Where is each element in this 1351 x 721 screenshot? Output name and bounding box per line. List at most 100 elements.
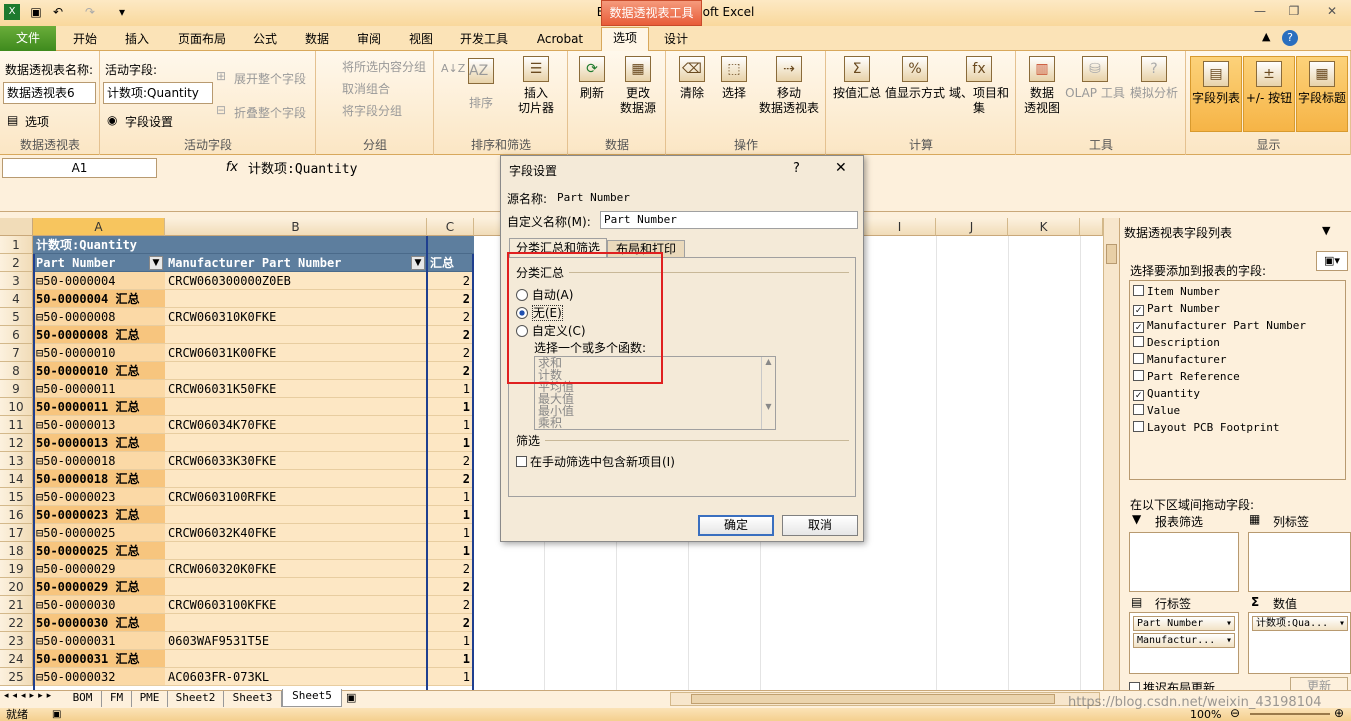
- cell-c[interactable]: 1: [427, 398, 474, 416]
- clear-button[interactable]: ⌫ 清除: [672, 56, 712, 101]
- function-item[interactable]: 最小值: [538, 405, 775, 417]
- cell-c[interactable]: 1: [427, 542, 474, 560]
- listbox-scrollbar[interactable]: ▲ ▼: [761, 357, 775, 429]
- row-header[interactable]: 14: [0, 470, 33, 488]
- cell-b[interactable]: [165, 542, 427, 560]
- refresh-button[interactable]: ⟳ 刷新: [572, 56, 612, 101]
- fields-items-sets-button[interactable]: fx 域、项目和 集: [946, 56, 1012, 116]
- cell-a[interactable]: 50-0000013 汇总: [33, 434, 165, 452]
- options-button[interactable]: 选项: [25, 113, 49, 130]
- cell-b[interactable]: [165, 362, 427, 380]
- cell-c[interactable]: 2: [427, 470, 474, 488]
- cell-b[interactable]: [165, 470, 427, 488]
- tab-developer[interactable]: 开发工具: [452, 29, 516, 51]
- tab-formulas[interactable]: 公式: [246, 29, 284, 51]
- row-header[interactable]: 4: [0, 290, 33, 308]
- show-values-as-button[interactable]: % 值显示方式: [884, 56, 946, 101]
- pivot-chart-button[interactable]: ▥ 数据 透视图: [1020, 56, 1064, 116]
- ungroup-button[interactable]: 取消组合: [342, 80, 390, 97]
- custom-name-input[interactable]: Part Number: [600, 211, 858, 229]
- insert-slicer-button[interactable]: ☰ 插入 切片器: [508, 56, 564, 116]
- plus-minus-button[interactable]: ± +/- 按钮: [1243, 56, 1295, 132]
- cell-b[interactable]: [165, 506, 427, 524]
- row-header[interactable]: 2: [0, 254, 33, 272]
- sheet-tab-fm[interactable]: FM: [102, 691, 132, 707]
- cancel-button[interactable]: 取消: [782, 515, 858, 536]
- cell-a[interactable]: 50-0000010 汇总: [33, 362, 165, 380]
- dialog-close-icon[interactable]: ✕: [835, 160, 847, 176]
- cell-c[interactable]: 2: [427, 344, 474, 362]
- row-header[interactable]: 16: [0, 506, 33, 524]
- zoom-slider[interactable]: [1250, 713, 1330, 715]
- cell-b[interactable]: [165, 578, 427, 596]
- cell-b[interactable]: [165, 236, 427, 254]
- field-item[interactable]: Manufacturer: [1133, 351, 1226, 368]
- column-labels-area[interactable]: [1248, 532, 1351, 592]
- dialog-help-icon[interactable]: ?: [793, 161, 800, 176]
- row-header[interactable]: 15: [0, 488, 33, 506]
- help-icon[interactable]: ?: [1282, 30, 1298, 46]
- cell-b[interactable]: CRCW060300000Z0EB: [165, 272, 427, 290]
- value-field-count-quantity[interactable]: 计数项:Qua... ▾: [1252, 616, 1348, 631]
- tab-options[interactable]: 选项: [601, 27, 649, 51]
- row-header[interactable]: 13: [0, 452, 33, 470]
- tab-design[interactable]: 设计: [656, 29, 696, 51]
- horizontal-scrollbar[interactable]: [670, 692, 1100, 706]
- cell-c[interactable]: 2: [427, 560, 474, 578]
- cell-a[interactable]: 50-0000011 汇总: [33, 398, 165, 416]
- change-source-button[interactable]: ▦ 更改 数据源: [612, 56, 664, 116]
- row-header[interactable]: 11: [0, 416, 33, 434]
- cell-a[interactable]: ⊟50-0000029: [33, 560, 165, 578]
- cell-c[interactable]: 2: [427, 290, 474, 308]
- select-button[interactable]: ⬚ 选择: [714, 56, 754, 101]
- sheet-tab-sheet5[interactable]: Sheet5: [282, 689, 342, 707]
- cell-c[interactable]: 2: [427, 596, 474, 614]
- cell-c[interactable]: 1: [427, 632, 474, 650]
- olap-tools-button[interactable]: ⛁ OLAP 工具: [1064, 56, 1126, 101]
- cell-b[interactable]: CRCW06031K00FKE: [165, 344, 427, 362]
- function-item[interactable]: 乘积: [538, 417, 775, 429]
- cell-a[interactable]: 50-0000004 汇总: [33, 290, 165, 308]
- field-item[interactable]: ✓ Quantity: [1133, 385, 1200, 402]
- row-header[interactable]: 7: [0, 344, 33, 362]
- row-header[interactable]: 18: [0, 542, 33, 560]
- sort-az-icon[interactable]: A↓Z: [441, 62, 465, 75]
- collapse-field-button[interactable]: 折叠整个字段: [234, 104, 306, 121]
- select-all-corner[interactable]: [0, 218, 33, 236]
- cell-c[interactable]: 1: [427, 380, 474, 398]
- cell-b[interactable]: CRCW06032K40FKE: [165, 524, 427, 542]
- field-list-button[interactable]: ▤ 字段列表: [1190, 56, 1242, 132]
- row-header[interactable]: 1: [0, 236, 33, 254]
- row-header[interactable]: 25: [0, 668, 33, 686]
- filter-dropdown-icon[interactable]: ▼: [411, 256, 425, 270]
- field-settings-button[interactable]: 字段设置: [125, 113, 173, 130]
- row-header[interactable]: 23: [0, 632, 33, 650]
- cell-c[interactable]: 2: [427, 614, 474, 632]
- sheet-tab-bom[interactable]: BOM: [64, 691, 102, 707]
- cell-b[interactable]: [165, 434, 427, 452]
- cell-a[interactable]: 计数项:Quantity: [33, 236, 165, 254]
- cell-a[interactable]: 50-0000008 汇总: [33, 326, 165, 344]
- cell-a[interactable]: ⊟50-0000011: [33, 380, 165, 398]
- field-item[interactable]: ✓ Part Number: [1133, 300, 1220, 317]
- column-header-b[interactable]: B: [165, 218, 427, 236]
- row-header[interactable]: 10: [0, 398, 33, 416]
- sheet-tab-pme[interactable]: PME: [132, 691, 168, 707]
- cell-c[interactable]: 1: [427, 524, 474, 542]
- cell-a[interactable]: ⊟50-0000023: [33, 488, 165, 506]
- cell-b[interactable]: CRCW060310K0FKE: [165, 308, 427, 326]
- cell-a[interactable]: ⊟50-0000025: [33, 524, 165, 542]
- pane-dropdown-icon[interactable]: ▼: [1322, 224, 1330, 237]
- cell-a[interactable]: ⊟50-0000004: [33, 272, 165, 290]
- new-sheet-icon[interactable]: ▣: [346, 691, 356, 704]
- cell-c[interactable]: 1: [427, 506, 474, 524]
- cell-b[interactable]: [165, 326, 427, 344]
- cell-c[interactable]: 2: [427, 308, 474, 326]
- cell-b[interactable]: CRCW0603100KFKE: [165, 596, 427, 614]
- row-header[interactable]: 17: [0, 524, 33, 542]
- row-header[interactable]: 12: [0, 434, 33, 452]
- cell-a[interactable]: ⊟50-0000018: [33, 452, 165, 470]
- cell-b[interactable]: CRCW06031K50FKE: [165, 380, 427, 398]
- field-item[interactable]: Value: [1133, 402, 1180, 419]
- row-header[interactable]: 5: [0, 308, 33, 326]
